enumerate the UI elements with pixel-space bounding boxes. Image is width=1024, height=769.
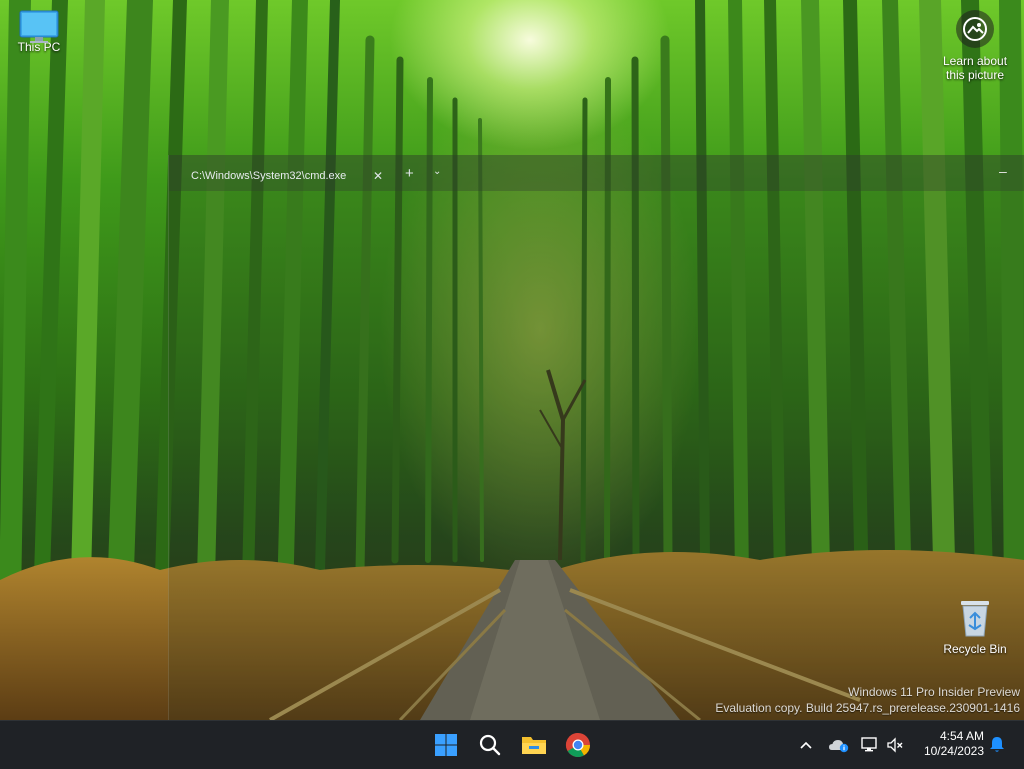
terminal-window[interactable]: C:\Windows\System32\cmd.exe ✕ + ⌄ – [168, 155, 1024, 720]
chrome-icon [565, 733, 590, 758]
chrome-button[interactable] [560, 727, 596, 763]
clock-date: 10/24/2023 [923, 744, 984, 758]
notifications-button[interactable] [986, 721, 1008, 769]
recycle-bin-icon [958, 598, 992, 638]
new-tab-button[interactable]: + [405, 165, 414, 182]
learn-line1: Learn about [942, 54, 1008, 68]
taskbar: 4:54 AM 10/24/2023 [0, 720, 1024, 769]
close-icon[interactable]: ✕ [369, 169, 387, 183]
minimize-button[interactable]: – [999, 163, 1007, 179]
evaluation-watermark: Windows 11 Pro Insider Preview Evaluatio… [715, 684, 1020, 716]
show-hidden-icons-button[interactable] [796, 721, 816, 769]
tab-title: C:\Windows\System32\cmd.exe [191, 170, 347, 182]
chevron-down-icon[interactable]: ⌄ [433, 166, 441, 177]
learn-about-picture-icon[interactable]: Learn about this picture [936, 10, 1014, 82]
recycle-bin-desktop-icon[interactable]: Recycle Bin [940, 598, 1010, 656]
camera-icon [956, 10, 994, 48]
recycle-bin-label: Recycle Bin [943, 642, 1007, 656]
notification-bell-icon [990, 737, 1004, 752]
tab-cmd[interactable]: C:\Windows\System32\cmd.exe ✕ [181, 161, 387, 191]
search-button[interactable] [472, 727, 508, 763]
file-explorer-button[interactable] [516, 727, 552, 763]
start-icon [435, 734, 457, 756]
clock-time: 4:54 AM [939, 729, 984, 743]
chevron-up-icon [800, 741, 812, 749]
clock[interactable]: 4:54 AM 10/24/2023 [912, 729, 984, 759]
monitor-icon [19, 10, 59, 43]
network-tray-button[interactable] [858, 721, 880, 769]
start-button[interactable] [428, 727, 464, 763]
watermark-line1: Windows 11 Pro Insider Preview [848, 685, 1020, 699]
onedrive-tray-button[interactable] [826, 721, 852, 769]
file-explorer-icon [522, 737, 546, 754]
learn-line2: this picture [945, 68, 1005, 82]
terminal-title-bar[interactable]: C:\Windows\System32\cmd.exe ✕ + ⌄ – [169, 155, 1024, 191]
search-icon [479, 734, 501, 756]
volume-tray-button[interactable] [884, 721, 906, 769]
onedrive-icon [829, 740, 849, 753]
network-icon [861, 737, 877, 752]
watermark-line2: Evaluation copy. Build 25947.rs_prerelea… [715, 701, 1020, 715]
volume-muted-icon [887, 737, 903, 753]
this-pc-desktop-icon[interactable]: This PC [6, 10, 72, 54]
